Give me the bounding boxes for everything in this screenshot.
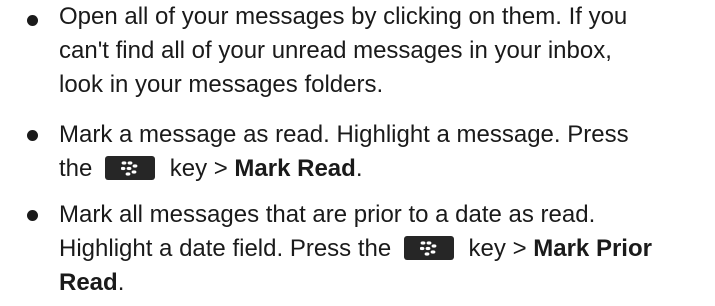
- text-line: Highlight a date field. Press the key > …: [59, 232, 709, 266]
- instruction-list: Open all of your messages by clicking on…: [0, 0, 715, 306]
- text-line: the key > Mark Read.: [59, 152, 709, 186]
- menu-item-label: Mark Read: [234, 155, 356, 182]
- text-line: can't find all of your unread messages i…: [59, 37, 612, 64]
- blackberry-menu-key-icon: [403, 235, 454, 260]
- text-line: Open all of your messages by clicking on…: [59, 3, 628, 30]
- text-fragment: .: [117, 269, 125, 296]
- bullet-icon: [27, 210, 38, 221]
- text-fragment: .: [355, 155, 363, 182]
- text-fragment: key >: [468, 235, 527, 262]
- text-line: Mark all messages that are prior to a da…: [59, 201, 596, 228]
- bullet-icon: [27, 15, 38, 26]
- text-line: Read.: [59, 266, 709, 300]
- blackberry-menu-key-icon: [105, 155, 156, 180]
- bullet-icon: [27, 130, 38, 141]
- text-line: Mark a message as read. Highlight a mess…: [59, 121, 629, 148]
- menu-item-label: Read: [59, 269, 118, 296]
- list-item-text: Open all of your messages by clicking on…: [59, 0, 709, 102]
- menu-item-label: Mark Prior: [533, 235, 652, 262]
- text-fragment: the: [59, 155, 93, 182]
- text-line: look in your messages folders.: [59, 71, 384, 98]
- text-fragment: Highlight a date field. Press the: [59, 235, 392, 262]
- list-item-text: Mark a message as read. Highlight a mess…: [59, 118, 709, 186]
- list-item-text: Mark all messages that are prior to a da…: [59, 198, 709, 300]
- text-fragment: key >: [169, 155, 228, 182]
